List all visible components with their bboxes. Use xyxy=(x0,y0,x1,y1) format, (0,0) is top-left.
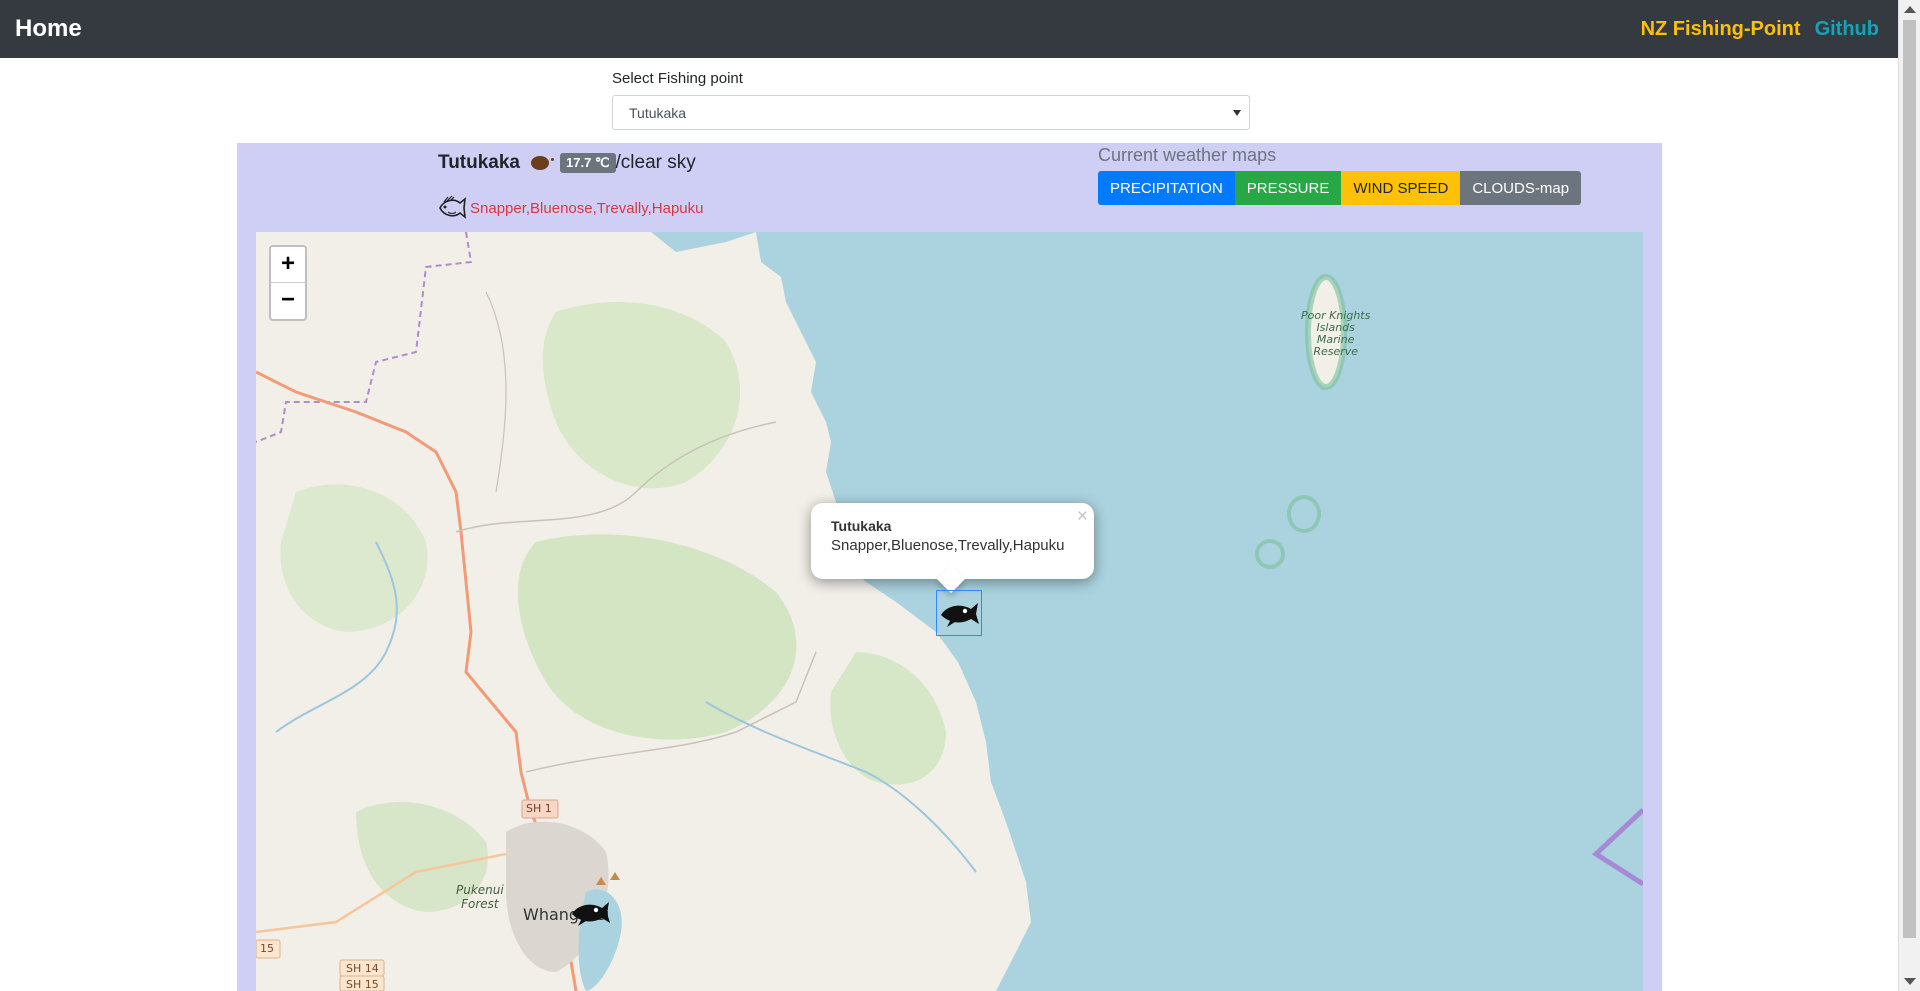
species-list: Snapper,Bluenose,Trevally,Hapuku xyxy=(470,199,704,217)
weather-maps-title: Current weather maps xyxy=(1098,145,1277,165)
popup-species: Snapper,Bluenose,Trevally,Hapuku xyxy=(831,537,1065,554)
marine-boundary xyxy=(1591,808,1643,887)
map-label-line: Forest xyxy=(461,897,499,911)
map-label-15: 15 xyxy=(260,942,274,955)
scroll-down-arrow-icon[interactable] xyxy=(1904,978,1916,985)
precipitation-button[interactable]: PRECIPITATION xyxy=(1098,171,1235,205)
zoom-control: + − xyxy=(269,245,307,321)
map-label-sh15: SH 15 xyxy=(346,978,379,991)
map-label-line: Pukenui xyxy=(456,883,504,897)
island-small xyxy=(1255,539,1285,569)
map-label-sh14: SH 14 xyxy=(346,962,379,975)
fish-icon xyxy=(572,902,610,926)
map-label-poor-knights: Poor Knights Islands Marine Reserve xyxy=(1301,310,1370,358)
navbar-right: NZ Fishing-Point Github xyxy=(1641,18,1879,41)
island-small xyxy=(1287,495,1321,533)
map[interactable]: Poor Knights Islands Marine Reserve SH 1… xyxy=(256,232,1643,991)
select-label: Select Fishing point xyxy=(612,70,743,87)
fish-marker-whangarei[interactable] xyxy=(568,890,612,934)
scrollbar-thumb[interactable] xyxy=(1903,20,1916,938)
fish-marker-tutukaka[interactable] xyxy=(936,590,982,636)
fishing-point-select[interactable]: Tutukaka xyxy=(612,95,1250,130)
weather-maps-buttons: PRECIPITATION PRESSURE WIND SPEED CLOUDS… xyxy=(1098,171,1582,205)
site-name-link[interactable]: NZ Fishing-Point xyxy=(1641,18,1801,41)
scroll-up-arrow-icon[interactable] xyxy=(1904,6,1916,13)
home-link[interactable]: Home xyxy=(15,15,82,43)
fish-icon xyxy=(439,195,467,219)
temperature-badge: 17.7 ℃ xyxy=(560,153,616,173)
weather-icon xyxy=(531,156,555,170)
chevron-down-icon xyxy=(1233,110,1241,116)
map-label-sh1: SH 1 xyxy=(526,802,552,815)
github-link[interactable]: Github xyxy=(1815,18,1879,41)
pressure-button[interactable]: PRESSURE xyxy=(1234,171,1342,205)
species-line: Snapper,Bluenose,Trevally,Hapuku xyxy=(436,192,703,224)
map-label-line: Reserve xyxy=(1313,345,1359,358)
navbar: Home NZ Fishing-Point Github xyxy=(0,0,1898,58)
fish-icon xyxy=(941,603,979,627)
vertical-scrollbar[interactable] xyxy=(1898,0,1920,991)
marker-popup: × Tutukaka Snapper,Bluenose,Trevally,Hap… xyxy=(811,503,1094,594)
map-label-pukenui: Pukenui Forest xyxy=(456,883,504,911)
select-value: Tutukaka xyxy=(629,105,687,121)
spot-name: Tutukaka xyxy=(438,152,521,173)
close-icon[interactable]: × xyxy=(1077,506,1088,528)
clouds-map-button[interactable]: CLOUDS-map xyxy=(1460,171,1582,205)
wind-speed-button[interactable]: WIND SPEED xyxy=(1341,171,1461,205)
zoom-out-button[interactable]: − xyxy=(271,283,305,319)
spot-weather-line: Tutukaka 17.7 ℃ /clear sky xyxy=(438,152,696,174)
popup-title: Tutukaka xyxy=(831,518,892,534)
sky-condition: /clear sky xyxy=(615,152,696,173)
zoom-in-button[interactable]: + xyxy=(271,247,305,283)
